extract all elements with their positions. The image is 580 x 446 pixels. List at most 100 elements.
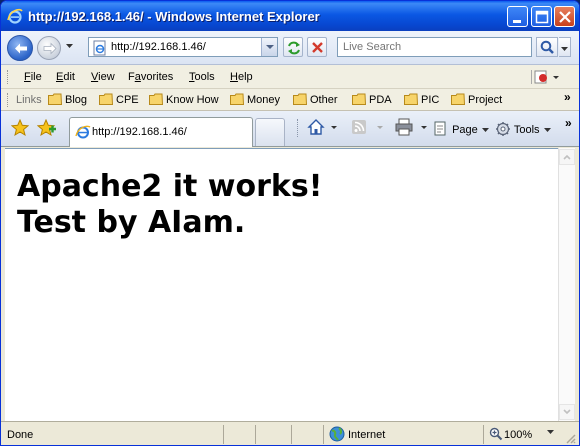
add-to-favorites-icon[interactable] <box>37 119 57 137</box>
stop-button[interactable] <box>307 37 327 57</box>
globe-icon <box>329 426 345 442</box>
close-button[interactable] <box>554 6 575 27</box>
link-pic[interactable]: PIC <box>404 93 439 106</box>
folder-icon <box>352 93 366 105</box>
zoom-icon[interactable] <box>489 427 503 441</box>
links-bar: Links Blog CPE Know How Money Other PDA … <box>1 89 579 111</box>
recent-pages-dropdown-icon[interactable] <box>65 43 74 49</box>
refresh-button[interactable] <box>283 37 303 57</box>
home-icon <box>307 119 337 135</box>
link-blog[interactable]: Blog <box>48 93 87 106</box>
links-label: Links <box>16 94 42 106</box>
print-button[interactable] <box>395 118 429 139</box>
menu-help[interactable]: Help <box>230 71 253 83</box>
page-icon <box>434 121 446 136</box>
menu-edit[interactable]: Edit <box>56 71 75 83</box>
refresh-icon <box>288 41 300 55</box>
zoom-dropdown-icon[interactable] <box>546 429 555 435</box>
status-divider <box>323 425 324 444</box>
page-heading: Apache2 it works! Test by AIam. <box>17 169 322 241</box>
feeds-button[interactable] <box>351 118 385 139</box>
folder-icon <box>293 93 307 105</box>
tab-bar: http://192.168.1.46/ Page Tools » <box>1 111 579 147</box>
printer-icon <box>395 118 427 136</box>
status-divider <box>483 425 484 444</box>
address-dropdown-button[interactable] <box>261 38 277 56</box>
scroll-up-button[interactable] <box>559 149 575 165</box>
forward-button[interactable] <box>37 36 61 60</box>
links-grip[interactable] <box>7 93 10 107</box>
menu-file[interactable]: File <box>24 71 42 83</box>
new-tab-button[interactable] <box>255 118 285 146</box>
security-zone[interactable]: Internet <box>348 429 385 441</box>
gear-icon <box>496 122 510 136</box>
home-button[interactable] <box>307 118 339 139</box>
maximize-button[interactable] <box>531 6 552 27</box>
status-divider <box>291 425 292 444</box>
menu-bar: File Edit View Favorites Tools Help <box>1 65 579 89</box>
web-page-content[interactable]: Apache2 it works! Test by AIam. <box>5 148 558 421</box>
chevron-down-icon <box>266 45 274 49</box>
scroll-down-button[interactable] <box>559 404 575 420</box>
link-know-how[interactable]: Know How <box>149 93 219 106</box>
chevron-down-icon <box>481 128 489 132</box>
favorites-center-star-icon[interactable] <box>11 119 29 137</box>
tools-menu-button[interactable]: Tools <box>495 121 552 137</box>
link-other[interactable]: Other <box>293 93 338 106</box>
folder-icon <box>48 93 62 105</box>
status-text: Done <box>7 429 34 441</box>
vertical-scrollbar[interactable] <box>558 148 575 421</box>
link-cpe[interactable]: CPE <box>99 93 139 106</box>
search-button[interactable] <box>536 37 558 57</box>
menu-favorites[interactable]: Favorites <box>128 71 173 83</box>
minimize-button[interactable] <box>507 6 528 27</box>
heading-line-1: Apache2 it works! <box>17 169 323 204</box>
command-bar-overflow-chevron[interactable]: » <box>565 116 572 130</box>
address-url: http://192.168.1.46/ <box>111 41 206 53</box>
search-icon <box>540 40 554 54</box>
status-divider <box>223 425 224 444</box>
zoom-level[interactable]: 100% <box>504 429 532 441</box>
tab-active[interactable]: http://192.168.1.46/ <box>69 117 253 147</box>
browser-window: http://192.168.1.46/ - Windows Internet … <box>0 0 580 446</box>
maximize-icon <box>535 10 549 24</box>
minimize-icon <box>513 20 521 23</box>
window-title: http://192.168.1.46/ - Windows Internet … <box>28 9 320 24</box>
menu-tools[interactable]: Tools <box>189 71 215 83</box>
chevron-up-icon <box>563 154 571 160</box>
close-icon <box>559 11 571 23</box>
address-field[interactable]: http://192.168.1.46/ <box>88 37 278 57</box>
menu-view[interactable]: View <box>91 71 115 83</box>
status-bar: Done Internet 100% <box>1 421 579 445</box>
chevron-down-icon <box>563 409 571 415</box>
chevron-down-icon <box>543 128 551 132</box>
research-addon-icon[interactable] <box>531 69 561 85</box>
address-toolbar: http://192.168.1.46/ <box>1 31 579 65</box>
forward-arrow-icon <box>43 42 57 55</box>
toolbar-grip[interactable] <box>7 70 10 84</box>
search-input[interactable] <box>341 39 526 55</box>
folder-icon <box>99 93 113 105</box>
command-bar-separator <box>297 119 298 137</box>
folder-icon <box>451 93 465 105</box>
folder-icon <box>404 93 418 105</box>
stop-icon <box>312 42 323 53</box>
rss-feed-icon <box>352 120 383 134</box>
ie-page-icon <box>75 125 91 139</box>
folder-icon <box>149 93 163 105</box>
resize-grip-icon[interactable] <box>564 432 576 444</box>
chevron-down-icon <box>561 47 568 51</box>
back-button[interactable] <box>7 35 33 61</box>
tab-title: http://192.168.1.46/ <box>92 126 187 138</box>
back-arrow-icon <box>15 43 27 54</box>
page-menu-button[interactable]: Page <box>433 121 490 137</box>
link-project[interactable]: Project <box>451 93 502 106</box>
title-bar[interactable]: http://192.168.1.46/ - Windows Internet … <box>1 1 579 31</box>
folder-icon <box>230 93 244 105</box>
search-field[interactable] <box>337 37 532 57</box>
link-money[interactable]: Money <box>230 93 280 106</box>
heading-line-2: Test by AIam. <box>17 205 246 240</box>
search-options-button[interactable] <box>559 37 571 57</box>
link-pda[interactable]: PDA <box>352 93 392 106</box>
links-overflow-chevron[interactable]: » <box>564 90 571 104</box>
